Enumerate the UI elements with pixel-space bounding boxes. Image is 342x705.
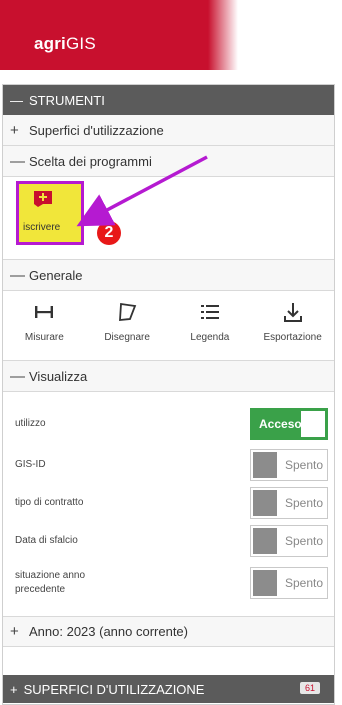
tool-label: Legenda [190, 332, 230, 343]
strumenti-header[interactable]: — STRUMENTI [3, 85, 334, 115]
collapse-icon: — [10, 266, 25, 284]
layer-row-utilizzo: utilizzo Acceso [3, 402, 334, 446]
anno-title: Anno: 2023 (anno corrente) [29, 624, 188, 639]
generale-tools: Misurare Disegnare Legenda Esportazione [3, 291, 334, 361]
tool-label: Misurare [24, 332, 64, 343]
flag-plus-icon [34, 191, 52, 207]
brand-banner: agriGIS [0, 0, 238, 70]
visualizza-section-toggle[interactable]: — Visualizza [3, 361, 334, 392]
scelta-content: iscrivere 2 [3, 177, 334, 260]
superfici-title: Superfici d'utilizzazione [29, 122, 164, 138]
scelta-section-toggle[interactable]: — Scelta dei programmi [3, 146, 334, 177]
layer-row-data-sfalcio: Data di sfalcio Spento [3, 522, 334, 560]
expand-icon: + [10, 623, 19, 640]
logo-light: GIS [65, 34, 96, 53]
collapse-icon: — [10, 92, 23, 108]
tools-panel: — STRUMENTI + Superfici d'utilizzazione … [2, 84, 335, 705]
layer-toggle[interactable]: Spento [250, 449, 328, 481]
tool-misurare[interactable]: Misurare [5, 301, 83, 343]
layer-label: situazione anno precedente [15, 570, 86, 595]
toggle-state: Spento [285, 534, 324, 548]
anno-section-toggle[interactable]: + Anno: 2023 (anno corrente) [3, 617, 334, 647]
tool-label: Esportazione [263, 332, 322, 343]
tool-label: Disegnare [104, 332, 150, 343]
tool-esportazione[interactable]: Esportazione [254, 301, 332, 343]
layer-toggle[interactable]: Acceso [250, 408, 328, 440]
toggle-state: Spento [285, 458, 324, 472]
generale-section-toggle[interactable]: — Generale [3, 260, 334, 291]
strumenti-title: STRUMENTI [29, 92, 105, 108]
collapse-icon: — [10, 367, 25, 385]
layer-toggle[interactable]: Spento [250, 525, 328, 557]
toggle-knob [253, 490, 277, 516]
layer-label: utilizzo [15, 418, 46, 429]
count-badge: 61 [299, 682, 320, 694]
visualizza-title: Visualizza [29, 368, 88, 384]
scelta-title: Scelta dei programmi [29, 153, 152, 169]
toggle-knob [253, 570, 277, 596]
layer-toggle[interactable]: Spento [250, 487, 328, 519]
layer-row-gis-id: GIS-ID Spento [3, 446, 334, 484]
iscrivere-button[interactable]: iscrivere [16, 181, 84, 245]
toggle-knob [253, 528, 277, 554]
layer-label: Data di sfalcio [15, 535, 78, 546]
visualizza-content: utilizzo Acceso GIS-ID Spento tipo di co… [3, 392, 334, 617]
tool-legenda[interactable]: Legenda [171, 301, 249, 343]
annotation-badge: 2 [97, 221, 121, 245]
layer-row-tipo-contratto: tipo di contratto Spento [3, 484, 334, 522]
tool-disegnare[interactable]: Disegnare [88, 301, 166, 343]
layer-label: GIS-ID [15, 459, 46, 470]
expand-icon: + [10, 121, 19, 139]
layer-row-anno-precedente: situazione anno precedente Spento [3, 560, 334, 606]
app-logo[interactable]: agriGIS [34, 34, 96, 54]
toggle-state: Spento [285, 576, 324, 590]
download-icon [283, 303, 302, 322]
iscrivere-label: iscrivere [23, 222, 61, 233]
superfici-footer-header[interactable]: + SUPERFICI D'UTILIZZAZIONE 61 [3, 675, 334, 703]
logo-bold: agri [34, 34, 66, 53]
draw-polygon-icon [119, 302, 137, 322]
app-header: agriGIS [0, 0, 335, 70]
measure-icon [35, 306, 54, 318]
superfici-section-toggle[interactable]: + Superfici d'utilizzazione [3, 115, 334, 146]
toggle-knob [301, 411, 325, 437]
toggle-state: Acceso [259, 417, 302, 431]
generale-title: Generale [29, 267, 83, 283]
layer-toggle[interactable]: Spento [250, 567, 328, 599]
expand-icon: + [10, 681, 18, 697]
collapse-icon: — [10, 152, 25, 170]
superfici-footer-title: SUPERFICI D'UTILIZZAZIONE [23, 681, 205, 697]
toggle-state: Spento [285, 496, 324, 510]
layer-label: tipo di contratto [15, 497, 84, 508]
list-icon [200, 305, 219, 319]
app-root: agriGIS — STRUMENTI + Superfici d'utiliz… [0, 0, 342, 705]
toggle-knob [253, 452, 277, 478]
